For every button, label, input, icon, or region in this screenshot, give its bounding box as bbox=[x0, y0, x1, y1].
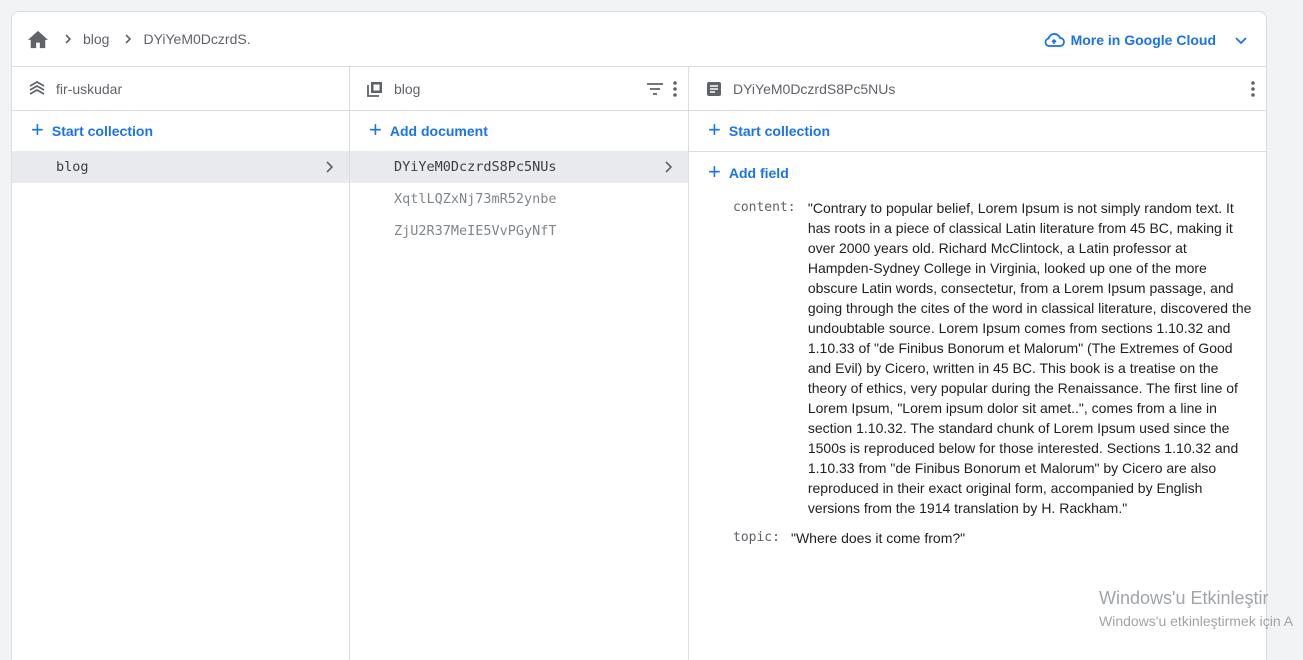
watermark-title: Windows'u Etkinleştir bbox=[1099, 588, 1269, 608]
collection-panel-header: blog bbox=[350, 67, 688, 111]
database-icon bbox=[28, 80, 46, 98]
plus-icon: + bbox=[708, 159, 721, 184]
add-field-button[interactable]: + Add field bbox=[689, 154, 1266, 192]
document-item[interactable]: DYiYeM0DczrdS8Pc5NUs bbox=[350, 151, 688, 183]
document-id: ZjU2R37MeIE5VvPGyNfT bbox=[394, 223, 557, 239]
field-value: "Where does it come from?" bbox=[791, 530, 966, 546]
more-vert-icon[interactable] bbox=[672, 80, 678, 98]
document-item[interactable]: XqtlLQZxNj73mR52ynbe bbox=[350, 183, 688, 215]
divider bbox=[689, 151, 1266, 152]
project-name: fir-uskudar bbox=[56, 80, 123, 97]
document-id: XqtlLQZxNj73mR52ynbe bbox=[394, 191, 557, 207]
document-item[interactable]: ZjU2R37MeIE5VvPGyNfT bbox=[350, 215, 688, 247]
chevron-right-icon bbox=[660, 159, 676, 175]
field-topic[interactable]: topic: "Where does it come from?" bbox=[689, 528, 1266, 548]
breadcrumb-bar: blog DYiYeM0DczrdS. More in Google Cloud bbox=[12, 12, 1266, 67]
chevron-right-icon bbox=[121, 32, 135, 46]
plus-icon: + bbox=[31, 117, 44, 142]
home-icon[interactable] bbox=[27, 29, 49, 49]
plus-icon: + bbox=[708, 117, 721, 142]
document-id: DYiYeM0DczrdS8Pc5NUs bbox=[394, 159, 557, 175]
document-panel-header: DYiYeM0DczrdS8Pc5NUs bbox=[689, 67, 1266, 111]
collection-item-blog[interactable]: blog bbox=[12, 151, 349, 183]
more-in-google-cloud-label: More in Google Cloud bbox=[1070, 31, 1216, 48]
root-panel-header: fir-uskudar bbox=[12, 67, 349, 111]
filter-icon[interactable] bbox=[646, 82, 664, 96]
cloud-icon bbox=[1043, 32, 1065, 48]
plus-icon: + bbox=[369, 117, 382, 142]
add-field-label: Add field bbox=[728, 165, 789, 181]
collection-panel: blog + Add document DYiYeM0DczrdS8Pc5NUs bbox=[350, 67, 689, 660]
chevron-right-icon bbox=[61, 32, 75, 46]
document-icon bbox=[705, 80, 723, 98]
breadcrumb-item-blog[interactable]: blog bbox=[83, 31, 109, 47]
root-panel: fir-uskudar + Start collection blog bbox=[12, 67, 350, 660]
start-subcollection-label: Start collection bbox=[728, 123, 830, 139]
chevron-right-icon bbox=[321, 159, 337, 175]
field-key: content: bbox=[733, 200, 796, 215]
field-content[interactable]: content: "Contrary to popular belief, Lo… bbox=[689, 198, 1266, 518]
start-collection-label: Start collection bbox=[51, 123, 153, 139]
chevron-down-icon bbox=[1234, 33, 1248, 47]
document-title: DYiYeM0DczrdS8Pc5NUs bbox=[733, 80, 896, 97]
field-key: topic: bbox=[733, 530, 780, 545]
more-vert-icon[interactable] bbox=[1250, 80, 1256, 98]
watermark-subtitle: Windows'u etkinleştirmek için A bbox=[1099, 613, 1294, 629]
add-document-label: Add document bbox=[389, 123, 488, 139]
collection-title: blog bbox=[394, 80, 421, 97]
collection-icon bbox=[366, 80, 384, 98]
breadcrumb-item-document[interactable]: DYiYeM0DczrdS. bbox=[143, 31, 250, 47]
collection-label: blog bbox=[56, 159, 89, 175]
windows-activation-watermark: Windows'u Etkinleştir Windows'u etkinleş… bbox=[1099, 588, 1293, 629]
document-panel: DYiYeM0DczrdS8Pc5NUs + Start collection … bbox=[689, 67, 1266, 660]
start-subcollection-button[interactable]: + Start collection bbox=[689, 111, 1266, 151]
firestore-card: blog DYiYeM0DczrdS. More in Google Cloud… bbox=[11, 11, 1267, 660]
add-document-button[interactable]: + Add document bbox=[350, 111, 688, 151]
field-value: "Contrary to popular belief, Lorem Ipsum… bbox=[807, 200, 1252, 516]
start-collection-button[interactable]: + Start collection bbox=[12, 111, 349, 151]
more-in-google-cloud-button[interactable]: More in Google Cloud bbox=[1043, 12, 1248, 67]
